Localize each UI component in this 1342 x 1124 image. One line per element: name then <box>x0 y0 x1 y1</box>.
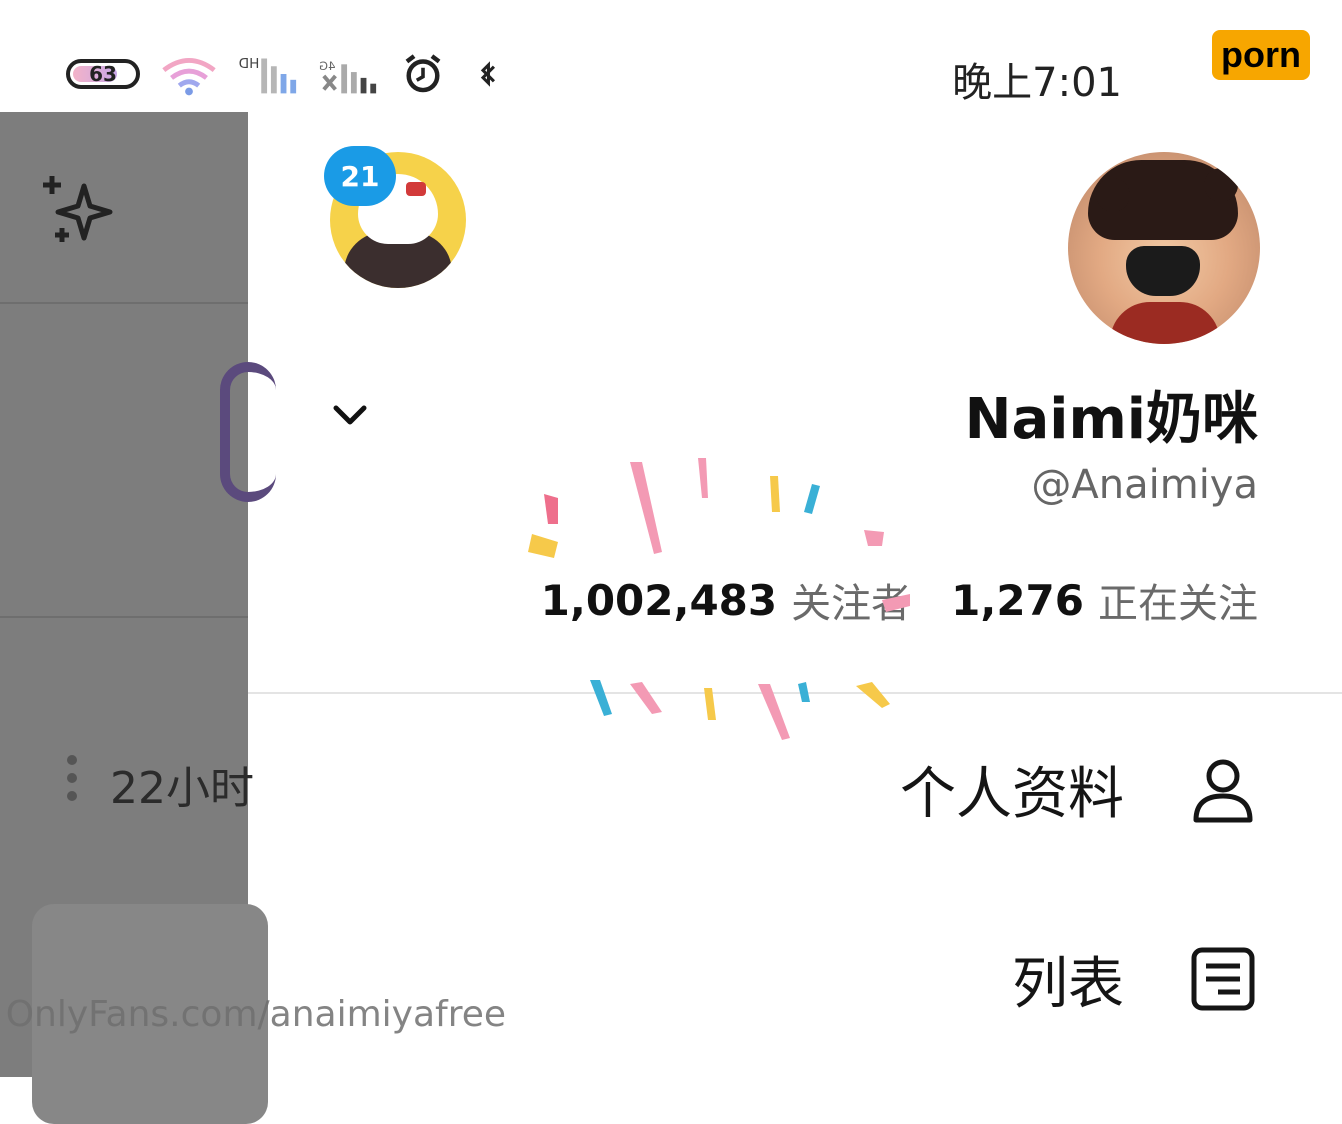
status-time: 晚上7:01 <box>952 60 1122 106</box>
signal-x-icon: 4G <box>319 59 377 94</box>
chevron-down-icon[interactable] <box>330 400 370 430</box>
wifi-icon <box>162 58 216 96</box>
status-bar: 晚上7:01 4G HD 63 <box>0 0 1342 112</box>
avatar-ring <box>220 362 276 502</box>
alarm-icon <box>405 54 441 93</box>
mirrored-screen: 晚上7:01 4G HD 63 22小时 21 Naimi奶咪 @Anaimiy… <box>0 0 1342 1124</box>
followers-count[interactable]: 1,002,483 <box>541 576 777 625</box>
user-handle: @Anaimiya <box>1031 462 1258 508</box>
list-icon <box>1191 947 1255 1011</box>
handle-container: @Anaimiya <box>998 462 1258 512</box>
menu-label-profile: 个人资料 <box>900 761 1124 827</box>
notification-badge: 21 <box>324 146 396 206</box>
follow-stats: 1,002,483 关注者 1,276 正在关注 <box>438 570 1258 630</box>
profile-avatar[interactable] <box>1068 152 1260 344</box>
display-name-container: Naimi奶咪 <box>948 374 1258 452</box>
following-label[interactable]: 正在关注 <box>1098 571 1258 629</box>
bluetooth-icon <box>480 61 496 87</box>
menu-item-profile[interactable]: 个人资料 <box>798 744 1258 834</box>
battery-level: 63 <box>89 62 117 86</box>
svg-text:4G: 4G <box>319 59 335 73</box>
more-options-icon[interactable] <box>66 754 78 802</box>
display-name[interactable]: Naimi奶咪 <box>948 374 1258 455</box>
following-count[interactable]: 1,276 <box>951 576 1084 625</box>
watermark: OnlyFans.com/anaimiyafree <box>6 994 506 1035</box>
watermark-text: OnlyFans.com/anaimiyafree <box>5 994 506 1035</box>
status-icons: 4G HD 63 <box>66 44 500 104</box>
sparkle-icon[interactable] <box>28 166 118 256</box>
background-timeline-overlay[interactable]: 22小时 <box>0 112 276 1124</box>
svg-text:HD: HD <box>239 56 260 72</box>
menu-label-lists: 列表 <box>1012 951 1124 1017</box>
battery-icon: 63 <box>66 59 140 89</box>
menu-item-lists[interactable]: 列表 <box>798 934 1258 1024</box>
followers-label[interactable]: 关注者 <box>791 571 911 629</box>
drawer-divider <box>248 692 1342 694</box>
signal-hd-icon: HD <box>239 56 297 94</box>
person-icon <box>1193 759 1253 823</box>
brand-label: porn <box>1212 30 1310 80</box>
post-time-ago: 22小时 <box>110 763 254 814</box>
